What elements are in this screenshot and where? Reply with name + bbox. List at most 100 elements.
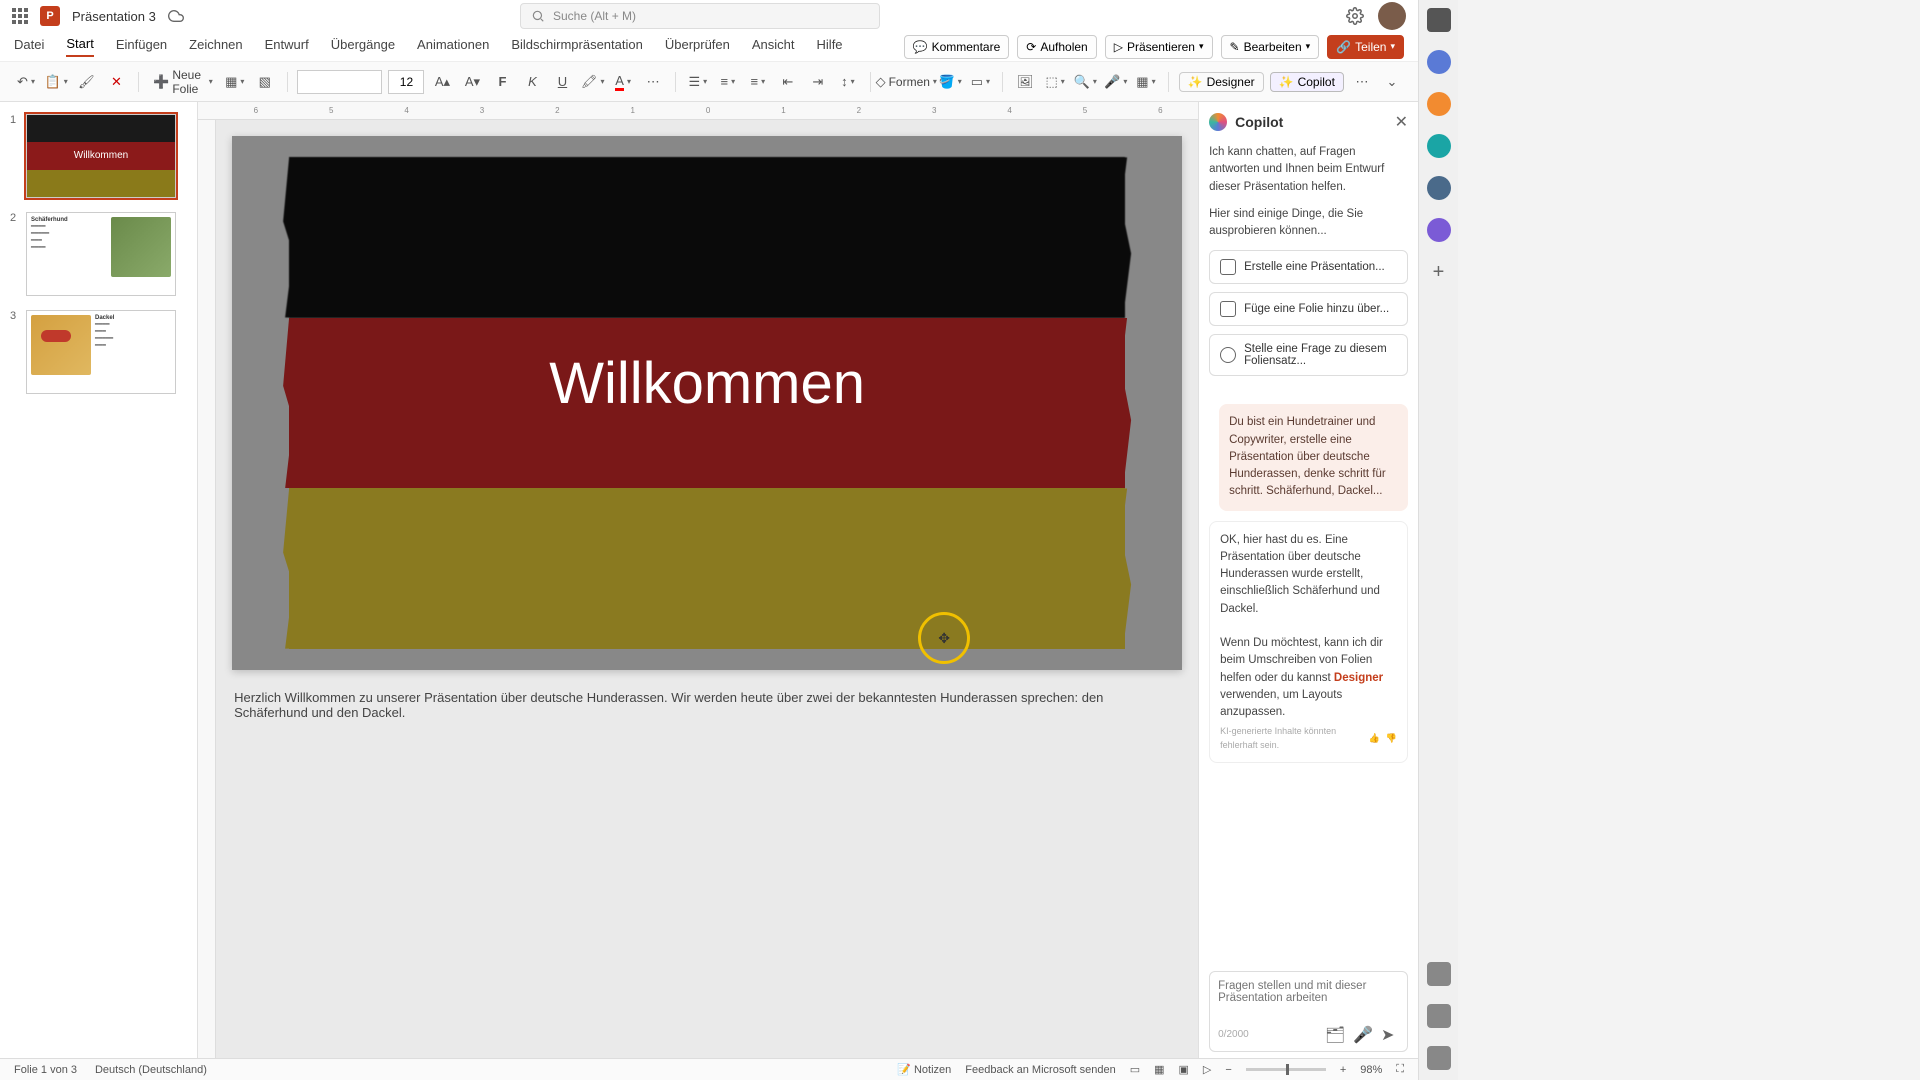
view-reading-icon[interactable]: ▣ xyxy=(1179,1063,1189,1076)
bold-button[interactable]: F xyxy=(490,69,514,95)
menu-uebergaenge[interactable]: Übergänge xyxy=(331,37,395,56)
copilot-suggestion-3[interactable]: Stelle eine Frage zu diesem Foliensatz..… xyxy=(1209,334,1408,376)
view-normal-icon[interactable]: ▭ xyxy=(1130,1063,1140,1076)
thumbs-up-icon[interactable]: 👍 xyxy=(1369,732,1380,746)
bearbeiten-button[interactable]: ✎ Bearbeiten ▾ xyxy=(1221,35,1320,59)
notes-toggle[interactable]: 📝 Notizen xyxy=(897,1063,951,1076)
menu-zeichnen[interactable]: Zeichnen xyxy=(189,37,242,56)
send-icon[interactable]: ➤ xyxy=(1381,1025,1399,1043)
zoom-in-button[interactable]: + xyxy=(1340,1064,1346,1076)
rail-app-icon[interactable] xyxy=(1427,962,1451,986)
user-avatar[interactable] xyxy=(1378,2,1406,30)
copilot-suggestion-2[interactable]: Füge eine Folie hinzu über... xyxy=(1209,292,1408,326)
thumbs-down-icon[interactable]: 👎 xyxy=(1386,732,1397,746)
align-button[interactable]: ≡▾ xyxy=(746,69,770,95)
rail-add-icon[interactable]: + xyxy=(1427,260,1451,284)
rail-app-icon[interactable] xyxy=(1427,218,1451,242)
speaker-notes[interactable]: Herzlich Willkommen zu unserer Präsentat… xyxy=(232,684,1182,726)
document-title[interactable]: Präsentation 3 xyxy=(72,9,156,24)
more-toolbar-button[interactable]: ⋯ xyxy=(1350,69,1374,95)
menu-ansicht[interactable]: Ansicht xyxy=(752,37,795,56)
shape-fill-button[interactable]: 🪣▾ xyxy=(938,69,962,95)
menu-bildschirmpraesentation[interactable]: Bildschirmpräsentation xyxy=(511,37,643,56)
table-button[interactable]: ▦▾ xyxy=(1134,69,1158,95)
copilot-input[interactable] xyxy=(1218,980,1399,1016)
praesentieren-button[interactable]: ▷ Präsentieren ▾ xyxy=(1105,35,1213,59)
thumb-number: 2 xyxy=(10,212,20,296)
numbering-button[interactable]: ≡▾ xyxy=(716,69,740,95)
slide-canvas[interactable]: Willkommen xyxy=(232,136,1182,670)
decrease-font-button[interactable]: A▾ xyxy=(460,69,484,95)
feedback-link[interactable]: Feedback an Microsoft senden xyxy=(965,1064,1115,1076)
zoom-slider[interactable] xyxy=(1246,1068,1326,1071)
designer-link[interactable]: Designer xyxy=(1334,672,1383,684)
font-size-select[interactable] xyxy=(388,70,424,94)
rail-app-icon[interactable] xyxy=(1427,92,1451,116)
collapse-ribbon-button[interactable]: ⌄ xyxy=(1380,69,1404,95)
rail-app-icon[interactable] xyxy=(1427,176,1451,200)
layout-button[interactable]: ▦▾ xyxy=(223,69,247,95)
highlight-button[interactable]: 🖍▾ xyxy=(580,69,605,95)
line-spacing-button[interactable]: ↕▾ xyxy=(836,69,860,95)
attach-icon[interactable]: 🗂 xyxy=(1325,1025,1343,1043)
slide-thumb-2[interactable]: Schäferhund━━━━━━━━━━━━━━━━ xyxy=(26,212,176,296)
increase-font-button[interactable]: A▴ xyxy=(430,69,454,95)
shapes-button[interactable]: ◇ Formen▾ xyxy=(881,69,932,95)
view-slideshow-icon[interactable]: ▷ xyxy=(1203,1063,1211,1076)
copilot-suggestion-1[interactable]: Erstelle eine Präsentation... xyxy=(1209,250,1408,284)
find-button[interactable]: 🔍▾ xyxy=(1073,69,1097,95)
delete-button[interactable]: ✕ xyxy=(104,69,128,95)
menu-animationen[interactable]: Animationen xyxy=(417,37,489,56)
rail-app-icon[interactable] xyxy=(1427,50,1451,74)
menu-start[interactable]: Start xyxy=(66,36,93,57)
menu-entwurf[interactable]: Entwurf xyxy=(265,37,309,56)
app-launcher-icon[interactable] xyxy=(12,8,28,24)
undo-button[interactable]: ↶▾ xyxy=(14,69,38,95)
teilen-button[interactable]: 🔗 Teilen ▾ xyxy=(1327,35,1404,59)
slide-title-text[interactable]: Willkommen xyxy=(232,350,1182,417)
underline-button[interactable]: U xyxy=(550,69,574,95)
horizontal-ruler: 6543210123456 xyxy=(198,102,1198,120)
zoom-out-button[interactable]: − xyxy=(1225,1064,1231,1076)
indent-increase-button[interactable]: ⇥ xyxy=(806,69,830,95)
menu-datei[interactable]: Datei xyxy=(14,37,44,56)
new-slide-button[interactable]: ➕ Neue Folie▾ xyxy=(149,69,217,95)
rail-settings-icon[interactable] xyxy=(1427,1046,1451,1070)
font-select[interactable] xyxy=(297,70,382,94)
slide-thumb-3[interactable]: Dackel━━━━━━━━━━━━━━━ xyxy=(26,310,176,394)
shape-outline-button[interactable]: ▭▾ xyxy=(968,69,992,95)
reset-button[interactable]: ▧ xyxy=(253,69,277,95)
menu-hilfe[interactable]: Hilfe xyxy=(817,37,843,56)
rail-app-icon[interactable] xyxy=(1427,1004,1451,1028)
question-icon xyxy=(1220,347,1236,363)
aufholen-button[interactable]: ⟳ Aufholen xyxy=(1017,35,1096,59)
menu-einfuegen[interactable]: Einfügen xyxy=(116,37,167,56)
kommentare-button[interactable]: 💬 Kommentare xyxy=(904,35,1010,59)
slide-counter: Folie 1 von 3 xyxy=(14,1064,77,1076)
copilot-close-button[interactable]: ✕ xyxy=(1395,112,1408,132)
mic-icon[interactable]: 🎤 xyxy=(1353,1025,1371,1043)
settings-icon[interactable] xyxy=(1346,7,1364,25)
copilot-button[interactable]: ✨ Copilot xyxy=(1270,72,1344,92)
dictate-button[interactable]: 🎤▾ xyxy=(1104,69,1128,95)
fit-to-window-button[interactable]: ⛶ xyxy=(1396,1063,1404,1076)
rail-app-icon[interactable] xyxy=(1427,134,1451,158)
font-color-button[interactable]: A▾ xyxy=(611,69,635,95)
copilot-panel: Copilot ✕ Ich kann chatten, auf Fragen a… xyxy=(1198,102,1418,1058)
more-font-button[interactable]: ⋯ xyxy=(641,69,665,95)
designer-button[interactable]: ✨ Designer xyxy=(1179,72,1264,92)
menu-ueberpruefen[interactable]: Überprüfen xyxy=(665,37,730,56)
format-painter-button[interactable]: 🖌 xyxy=(74,69,98,95)
picture-button[interactable]: 🖼 xyxy=(1013,69,1037,95)
indent-decrease-button[interactable]: ⇤ xyxy=(776,69,800,95)
zoom-level[interactable]: 98% xyxy=(1360,1064,1382,1076)
slide-thumb-1[interactable]: Willkommen xyxy=(26,114,176,198)
italic-button[interactable]: K xyxy=(520,69,544,95)
language-status[interactable]: Deutsch (Deutschland) xyxy=(95,1064,207,1076)
bullets-button[interactable]: ☰▾ xyxy=(686,69,710,95)
view-sorter-icon[interactable]: ▦ xyxy=(1154,1063,1164,1076)
rail-search-icon[interactable] xyxy=(1427,8,1451,32)
paste-button[interactable]: 📋▾ xyxy=(44,69,68,95)
search-input[interactable]: Suche (Alt + M) xyxy=(520,3,880,29)
arrange-button[interactable]: ⬚▾ xyxy=(1043,69,1067,95)
